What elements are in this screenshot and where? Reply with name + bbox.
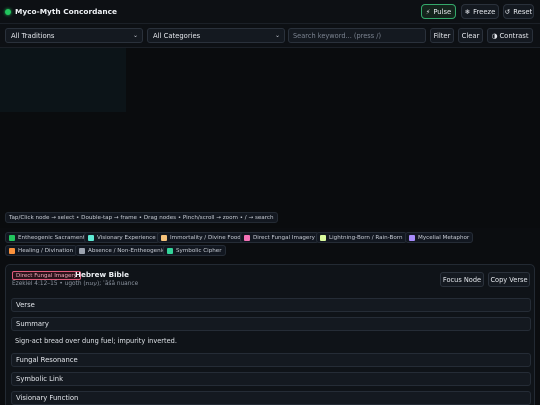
contrast-label: Contrast (499, 31, 529, 40)
freeze-label: Freeze (473, 7, 496, 16)
section-summary[interactable]: Summary (11, 317, 531, 331)
legend-swatch (409, 234, 415, 241)
pulse-button[interactable]: ⚡ Pulse (421, 4, 456, 19)
search-placeholder: Search keyword... (press /) (293, 31, 382, 40)
tradition-select[interactable]: All Traditions ⌄ (5, 28, 143, 43)
category-select[interactable]: All Categories ⌄ (147, 28, 285, 43)
legend-chip-healing-divination[interactable]: Healing / Divination (5, 245, 78, 256)
filter-button[interactable]: Filter (430, 28, 454, 43)
section-title: Fungal Resonance (16, 356, 78, 364)
section-symbolic-link[interactable]: Symbolic Link (11, 372, 531, 386)
brand: Myco-Myth Concordance (5, 7, 117, 16)
category-legend: Entheogenic Sacrament Visionary Experien… (0, 228, 540, 262)
section-title: Visionary Function (16, 394, 79, 402)
section-title: Symbolic Link (16, 375, 64, 383)
legend-chip-visionary-experience[interactable]: Visionary Experience (84, 232, 160, 243)
legend-label: Immortality / Divine Food (170, 234, 241, 241)
section-visionary-function[interactable]: Visionary Function (11, 391, 531, 405)
legend-swatch (161, 234, 167, 241)
tradition-select-value: All Traditions (11, 31, 55, 40)
contrast-button[interactable]: ◑ Contrast (487, 28, 533, 43)
summary-text: Sign-act bread over dung fuel; impurity … (15, 337, 177, 345)
legend-chip-immortality-divine-food[interactable]: Immortality / Divine Food (157, 232, 245, 243)
legend-swatch (320, 234, 326, 241)
legend-label: Absence / Non-Entheogenic (88, 247, 166, 254)
copy-verse-button[interactable]: Copy Verse (488, 272, 530, 287)
pulse-icon: ⚡ (425, 7, 431, 16)
legend-chip-mycelial-metaphor[interactable]: Mycelial Metaphor (405, 232, 474, 243)
freeze-button[interactable]: ❄ Freeze (461, 4, 499, 19)
section-fungal-resonance[interactable]: Fungal Resonance (11, 353, 531, 367)
section-title: Verse (16, 301, 35, 309)
legend-chip-lightning-born[interactable]: Lightning-Born / Rain-Born (316, 232, 407, 243)
top-bar: Myco-Myth Concordance ⚡ Pulse ❄ Freeze ↺… (0, 0, 540, 24)
clear-button[interactable]: Clear (458, 28, 483, 43)
chevron-down-icon: ⌄ (132, 32, 138, 39)
freeze-icon: ❄ (464, 7, 471, 16)
graph-canvas[interactable] (0, 48, 540, 228)
app-title: Myco-Myth Concordance (15, 7, 118, 16)
focus-node-button[interactable]: Focus Node (440, 272, 484, 287)
pulse-label: Pulse (433, 7, 452, 16)
legend-chip-entheogenic-sacrament[interactable]: Entheogenic Sacrament (5, 232, 90, 243)
legend-swatch (9, 234, 15, 241)
graph-minimap-region (0, 48, 126, 112)
section-title: Summary (16, 320, 49, 328)
search-input[interactable]: Search keyword... (press /) (288, 28, 426, 43)
graph-hint: Tap/Click node → select • Double-tap → f… (5, 212, 278, 223)
legend-swatch (9, 247, 15, 254)
chevron-down-icon: ⌄ (274, 32, 280, 39)
legend-swatch (167, 247, 173, 254)
clear-label: Clear (461, 31, 480, 40)
source-title: Hebrew Bible (75, 270, 130, 279)
legend-chip-absence-non-entheogenic[interactable]: Absence / Non-Entheogenic (75, 245, 170, 256)
contrast-icon: ◑ (491, 31, 498, 40)
reset-label: Reset (513, 7, 533, 16)
reset-icon: ↺ (504, 7, 511, 16)
legend-label: Lightning-Born / Rain-Born (329, 234, 403, 241)
copy-verse-label: Copy Verse (490, 275, 528, 284)
category-select-value: All Categories (153, 31, 201, 40)
legend-label: Direct Fungal Imagery (253, 234, 315, 241)
detail-panel: Direct Fungal Imagery Hebrew Bible Ezeki… (5, 264, 535, 405)
verse-reference: Ezekiel 4:12–15 • ugoth (עוגת); ʿāśā nua… (12, 281, 139, 287)
legend-label: Mycelial Metaphor (418, 234, 470, 241)
focus-node-label: Focus Node (442, 275, 482, 284)
status-dot-icon (5, 8, 11, 15)
legend-label: Healing / Divination (18, 247, 74, 254)
legend-label: Visionary Experience (97, 234, 156, 241)
legend-swatch (79, 247, 85, 254)
category-tag: Direct Fungal Imagery (12, 271, 81, 280)
legend-label: Symbolic Cipher (176, 247, 222, 254)
legend-swatch (244, 234, 250, 241)
legend-label: Entheogenic Sacrament (18, 234, 86, 241)
filter-label: Filter (433, 31, 451, 40)
legend-swatch (88, 234, 94, 241)
section-verse[interactable]: Verse (11, 298, 531, 312)
reset-button[interactable]: ↺ Reset (503, 4, 534, 19)
legend-chip-direct-fungal-imagery[interactable]: Direct Fungal Imagery (240, 232, 319, 243)
legend-chip-symbolic-cipher[interactable]: Symbolic Cipher (163, 245, 226, 256)
filter-bar: All Traditions ⌄ All Categories ⌄ Search… (0, 24, 540, 48)
